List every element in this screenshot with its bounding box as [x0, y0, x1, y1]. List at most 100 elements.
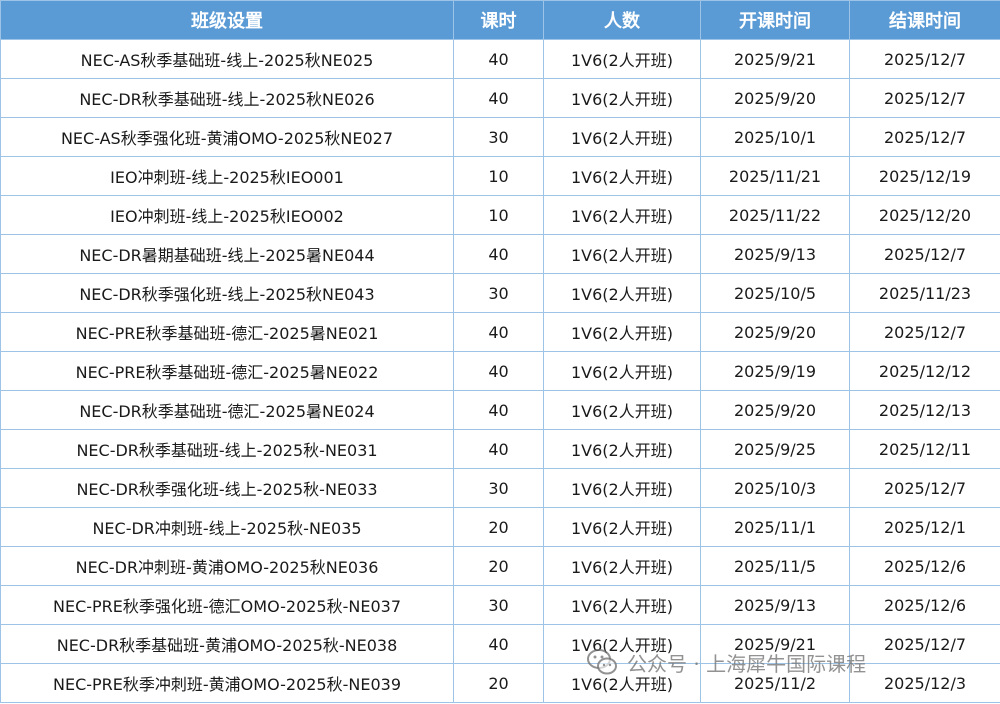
- cell-start-date: 2025/11/1: [700, 507, 850, 547]
- table-row: NEC-DR秋季强化班-线上-2025秋NE043 30 1V6(2人开班) 2025…: [0, 273, 1000, 313]
- table-row: NEC-PRE秋季基础班-德汇-2025暑NE021 40 1V6(2人开班) 202…: [0, 312, 1000, 352]
- cell-hours: 40: [453, 312, 544, 352]
- cell-hours: 20: [453, 507, 544, 547]
- cell-end-date: 2025/12/7: [849, 312, 1000, 352]
- header-class-setting: 班级设置: [0, 0, 454, 40]
- cell-hours: 40: [453, 429, 544, 469]
- cell-class-setting: NEC-PRE秋季基础班-德汇-2025暑NE022: [0, 351, 454, 391]
- cell-class-setting: IEO冲刺班-线上-2025秋IEO002: [0, 195, 454, 235]
- table-row: NEC-PRE秋季基础班-德汇-2025暑NE022 40 1V6(2人开班) 202…: [0, 351, 1000, 391]
- cell-start-date: 2025/11/21: [700, 156, 850, 196]
- cell-start-date: 2025/10/5: [700, 273, 850, 313]
- cell-start-date: 2025/10/3: [700, 468, 850, 508]
- cell-class-size: 1V6(2人开班): [543, 156, 701, 196]
- cell-end-date: 2025/12/7: [849, 234, 1000, 274]
- cell-class-size: 1V6(2人开班): [543, 429, 701, 469]
- cell-end-date: 2025/12/3: [849, 663, 1000, 703]
- cell-end-date: 2025/12/7: [849, 117, 1000, 157]
- cell-class-size: 1V6(2人开班): [543, 468, 701, 508]
- cell-class-setting: NEC-DR秋季强化班-线上-2025秋NE043: [0, 273, 454, 313]
- table-row: NEC-DR暑期基础班-线上-2025暑NE044 40 1V6(2人开班) 2025…: [0, 234, 1000, 274]
- cell-start-date: 2025/9/20: [700, 78, 850, 118]
- cell-start-date: 2025/10/1: [700, 117, 850, 157]
- cell-hours: 10: [453, 195, 544, 235]
- cell-class-size: 1V6(2人开班): [543, 390, 701, 430]
- cell-class-setting: NEC-DR冲刺班-线上-2025秋-NE035: [0, 507, 454, 547]
- cell-hours: 40: [453, 78, 544, 118]
- cell-end-date: 2025/12/6: [849, 585, 1000, 625]
- class-schedule-table: 班级设置 课时 人数 开课时间 结课时间 NEC-AS秋季基础班-线上-2025…: [0, 0, 1000, 703]
- table-row: NEC-PRE秋季冲刺班-黄浦OMO-2025秋-NE039 20 1V6(2人开班…: [0, 663, 1000, 703]
- cell-hours: 20: [453, 663, 544, 703]
- cell-end-date: 2025/12/7: [849, 78, 1000, 118]
- cell-class-size: 1V6(2人开班): [543, 273, 701, 313]
- cell-hours: 40: [453, 351, 544, 391]
- cell-end-date: 2025/12/1: [849, 507, 1000, 547]
- cell-class-setting: NEC-DR秋季基础班-线上-2025秋NE026: [0, 78, 454, 118]
- cell-class-size: 1V6(2人开班): [543, 507, 701, 547]
- table-row: NEC-DR秋季基础班-线上-2025秋-NE031 40 1V6(2人开班) 202…: [0, 429, 1000, 469]
- cell-end-date: 2025/12/7: [849, 624, 1000, 664]
- cell-hours: 40: [453, 390, 544, 430]
- cell-hours: 20: [453, 546, 544, 586]
- header-start-date: 开课时间: [700, 0, 850, 40]
- cell-class-setting: NEC-AS秋季强化班-黄浦OMO-2025秋NE027: [0, 117, 454, 157]
- cell-hours: 30: [453, 273, 544, 313]
- cell-start-date: 2025/9/20: [700, 312, 850, 352]
- cell-start-date: 2025/9/19: [700, 351, 850, 391]
- header-class-size: 人数: [543, 0, 701, 40]
- cell-class-setting: NEC-DR冲刺班-黄浦OMO-2025秋NE036: [0, 546, 454, 586]
- cell-class-setting: NEC-DR秋季基础班-黄浦OMO-2025秋-NE038: [0, 624, 454, 664]
- table-row: NEC-DR秋季基础班-线上-2025秋NE026 40 1V6(2人开班) 2025…: [0, 78, 1000, 118]
- cell-start-date: 2025/9/20: [700, 390, 850, 430]
- table-row: IEO冲刺班-线上-2025秋IEO002 10 1V6(2人开班) 2025/11/…: [0, 195, 1000, 235]
- table-row: NEC-DR秋季基础班-德汇-2025暑NE024 40 1V6(2人开班) 2025…: [0, 390, 1000, 430]
- cell-hours: 40: [453, 39, 544, 79]
- cell-hours: 40: [453, 234, 544, 274]
- cell-class-size: 1V6(2人开班): [543, 117, 701, 157]
- cell-class-size: 1V6(2人开班): [543, 624, 701, 664]
- table-row: NEC-AS秋季基础班-线上-2025秋NE025 40 1V6(2人开班) 2025…: [0, 39, 1000, 79]
- cell-end-date: 2025/12/6: [849, 546, 1000, 586]
- cell-start-date: 2025/9/13: [700, 585, 850, 625]
- cell-start-date: 2025/11/22: [700, 195, 850, 235]
- cell-class-setting: NEC-DR秋季基础班-线上-2025秋-NE031: [0, 429, 454, 469]
- cell-end-date: 2025/12/11: [849, 429, 1000, 469]
- cell-class-size: 1V6(2人开班): [543, 195, 701, 235]
- cell-start-date: 2025/9/21: [700, 624, 850, 664]
- cell-end-date: 2025/11/23: [849, 273, 1000, 313]
- table-row: NEC-DR冲刺班-黄浦OMO-2025秋NE036 20 1V6(2人开班) 202…: [0, 546, 1000, 586]
- cell-class-size: 1V6(2人开班): [543, 351, 701, 391]
- cell-end-date: 2025/12/13: [849, 390, 1000, 430]
- cell-class-size: 1V6(2人开班): [543, 234, 701, 274]
- cell-class-size: 1V6(2人开班): [543, 39, 701, 79]
- cell-class-setting: NEC-DR暑期基础班-线上-2025暑NE044: [0, 234, 454, 274]
- cell-end-date: 2025/12/19: [849, 156, 1000, 196]
- cell-end-date: 2025/12/20: [849, 195, 1000, 235]
- header-end-date: 结课时间: [849, 0, 1000, 40]
- cell-hours: 10: [453, 156, 544, 196]
- cell-hours: 40: [453, 624, 544, 664]
- cell-start-date: 2025/9/25: [700, 429, 850, 469]
- table-row: NEC-DR冲刺班-线上-2025秋-NE035 20 1V6(2人开班) 2025/…: [0, 507, 1000, 547]
- cell-start-date: 2025/9/13: [700, 234, 850, 274]
- cell-class-setting: NEC-PRE秋季冲刺班-黄浦OMO-2025秋-NE039: [0, 663, 454, 703]
- cell-end-date: 2025/12/7: [849, 468, 1000, 508]
- cell-class-setting: NEC-AS秋季基础班-线上-2025秋NE025: [0, 39, 454, 79]
- cell-class-size: 1V6(2人开班): [543, 546, 701, 586]
- cell-end-date: 2025/12/7: [849, 39, 1000, 79]
- cell-class-setting: NEC-DR秋季强化班-线上-2025秋-NE033: [0, 468, 454, 508]
- cell-start-date: 2025/11/5: [700, 546, 850, 586]
- table-row: IEO冲刺班-线上-2025秋IEO001 10 1V6(2人开班) 2025/11/…: [0, 156, 1000, 196]
- table-row: NEC-AS秋季强化班-黄浦OMO-2025秋NE027 30 1V6(2人开班) 2…: [0, 117, 1000, 157]
- cell-class-size: 1V6(2人开班): [543, 312, 701, 352]
- header-hours: 课时: [453, 0, 544, 40]
- cell-class-setting: NEC-PRE秋季强化班-德汇OMO-2025秋-NE037: [0, 585, 454, 625]
- cell-class-size: 1V6(2人开班): [543, 78, 701, 118]
- cell-hours: 30: [453, 117, 544, 157]
- cell-class-size: 1V6(2人开班): [543, 585, 701, 625]
- cell-hours: 30: [453, 585, 544, 625]
- cell-end-date: 2025/12/12: [849, 351, 1000, 391]
- table-row: NEC-DR秋季基础班-黄浦OMO-2025秋-NE038 40 1V6(2人开班)…: [0, 624, 1000, 664]
- cell-class-size: 1V6(2人开班): [543, 663, 701, 703]
